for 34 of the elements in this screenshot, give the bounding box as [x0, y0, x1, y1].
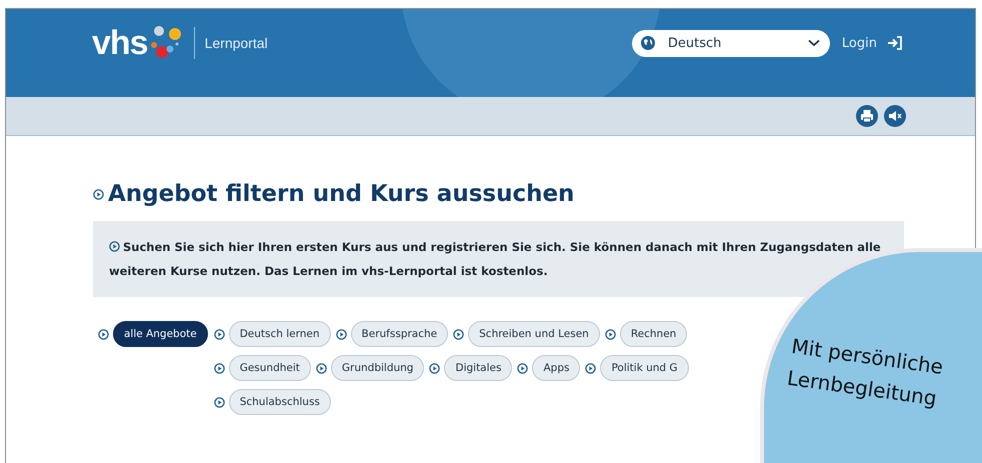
- filter-button[interactable]: Rechnen: [620, 321, 688, 347]
- language-select[interactable]: Deutsch: [632, 30, 830, 56]
- filter-button[interactable]: Schreiben und Lesen: [468, 321, 600, 347]
- play-circle-icon: [316, 362, 327, 374]
- play-circle-icon: [604, 328, 616, 340]
- filter-button[interactable]: Apps: [532, 355, 580, 381]
- play-circle-icon: [93, 188, 104, 200]
- play-circle-icon: [98, 328, 109, 340]
- speaker-muted-icon[interactable]: [884, 105, 906, 127]
- filter-button[interactable]: Digitales: [444, 355, 512, 381]
- page-heading: Angebot filtern und Kurs aussuchen: [108, 181, 574, 207]
- play-circle-icon: [517, 362, 528, 374]
- filter-button[interactable]: Schulabschluss: [228, 389, 331, 415]
- print-icon[interactable]: [856, 105, 878, 127]
- play-circle-icon: [214, 396, 225, 408]
- play-circle-icon: [429, 362, 440, 374]
- play-circle-icon: [214, 362, 225, 374]
- sign-in-icon: [887, 35, 903, 51]
- chevron-down-icon: [808, 39, 820, 47]
- filter-button[interactable]: Politik und G: [600, 355, 689, 381]
- play-circle-icon: [585, 362, 596, 374]
- portal-name: Lernportal: [194, 27, 268, 59]
- play-circle-icon: [109, 241, 120, 252]
- logo-text[interactable]: vhs: [92, 24, 148, 62]
- play-circle-icon: [336, 328, 347, 340]
- filter-button[interactable]: Grundbildung: [330, 355, 424, 381]
- play-circle-icon: [453, 328, 464, 340]
- filter-button[interactable]: Berufssprache: [350, 321, 448, 347]
- play-circle-icon: [214, 328, 225, 340]
- globe-icon: [640, 35, 656, 51]
- filter-button[interactable]: Gesundheit: [228, 355, 311, 381]
- filter-button[interactable]: Deutsch lernen: [228, 321, 331, 347]
- filter-button[interactable]: alle Angebote: [113, 321, 208, 347]
- login-link[interactable]: Login: [842, 35, 903, 51]
